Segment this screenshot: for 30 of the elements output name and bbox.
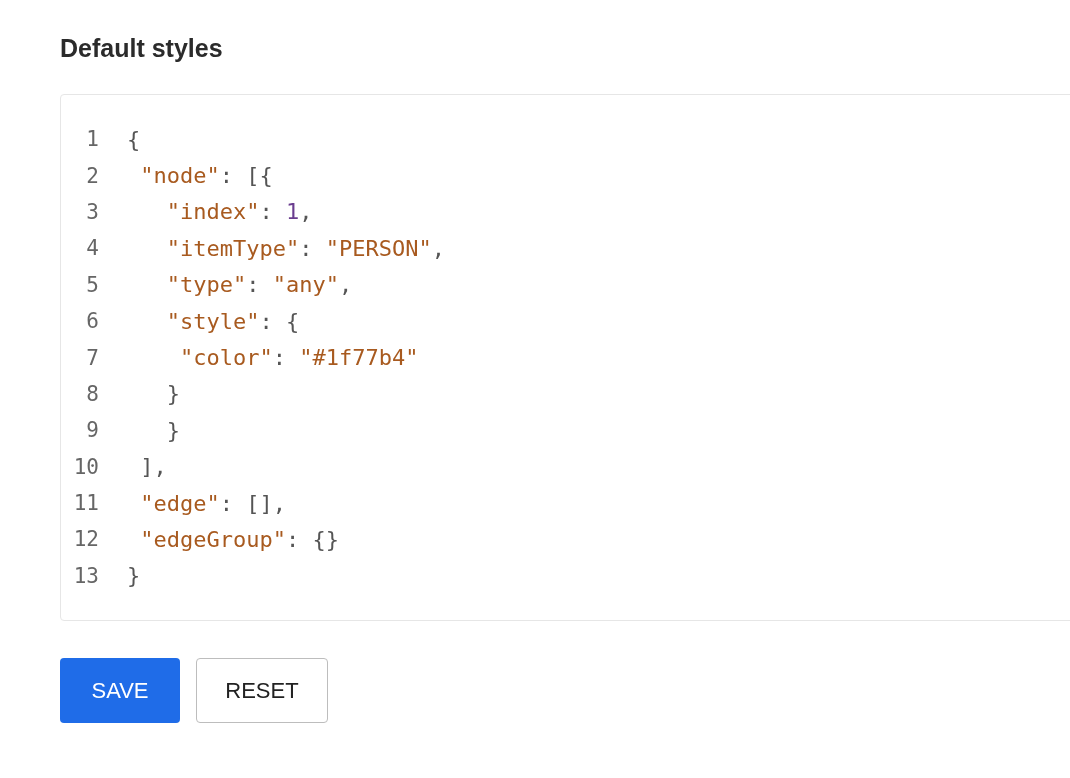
code-line: "edgeGroup": {}: [139, 527, 339, 552]
line-number: 8: [85, 381, 99, 406]
code-line: "edge": [],: [139, 490, 286, 516]
line-number: 1: [85, 127, 99, 152]
code-line: "index": 1,: [165, 199, 313, 225]
line-number: 5: [85, 272, 99, 297]
section-title: Default styles: [60, 33, 224, 64]
code-editor[interactable]: 1 { 2 "node": [{ 3 "index": 1, 4 "itemType": "PERSON", 5 "type": "any", 6 "style": { 7 "color": "#1f77b4" 8 } 9 } 10 ], 11 "edge": [], 12 "edgeGroup": {} 13 }: [60, 94, 1070, 621]
line-number: 4: [85, 236, 99, 261]
line-number: 11: [72, 491, 99, 516]
code-line: ],: [139, 454, 167, 480]
code-line: "node": [{: [139, 163, 273, 189]
code-line: "itemType": "PERSON",: [165, 235, 445, 261]
code-line: "color": "#1f77b4": [178, 345, 419, 371]
code-line: }: [127, 563, 141, 589]
line-number: 9: [85, 418, 99, 443]
code-line: }: [165, 381, 180, 407]
save-button[interactable]: SAVE: [60, 658, 180, 723]
line-number: 10: [72, 454, 99, 479]
line-number: 6: [85, 309, 99, 334]
code-line: {: [127, 126, 141, 152]
line-number: 2: [85, 163, 99, 188]
reset-button[interactable]: RESET: [196, 658, 328, 723]
code-line: "style": {: [165, 308, 300, 334]
line-number: 13: [72, 563, 99, 588]
line-number: 7: [85, 345, 99, 370]
code-line: }: [165, 417, 180, 443]
line-number: 12: [72, 527, 99, 552]
code-line: "type": "any",: [165, 272, 353, 298]
line-number: 3: [85, 199, 99, 224]
